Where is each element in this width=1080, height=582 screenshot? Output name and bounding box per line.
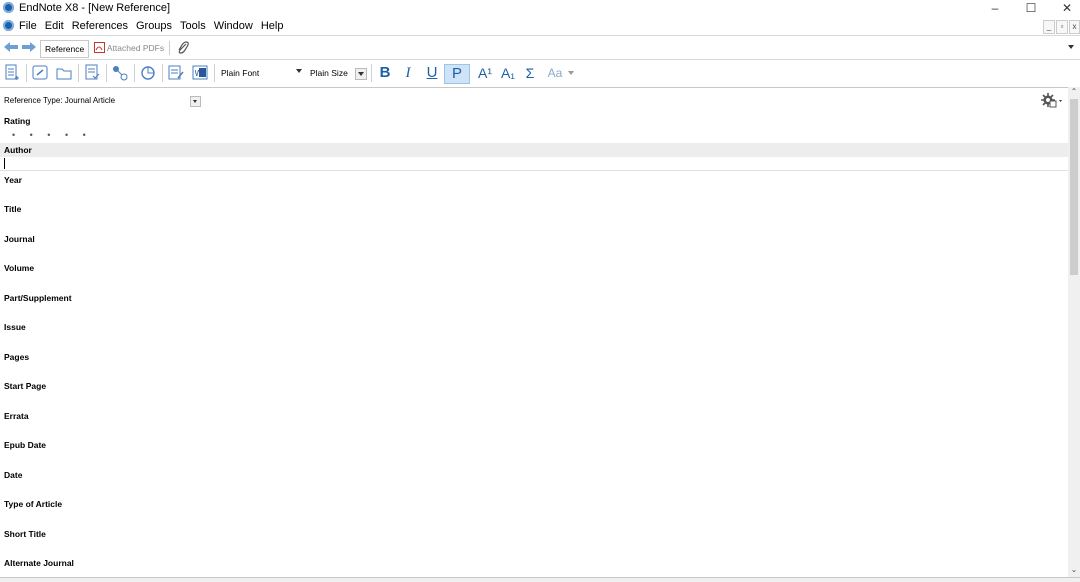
- plain-button[interactable]: P: [444, 64, 470, 84]
- divider: [162, 64, 163, 82]
- font-select[interactable]: Plain Font: [221, 66, 259, 80]
- field-label-alternate-journal[interactable]: Alternate Journal: [4, 558, 74, 568]
- scroll-thumb[interactable]: [1070, 99, 1078, 275]
- size-select[interactable]: Plain Size: [310, 66, 348, 80]
- field-label-pages[interactable]: Pages: [4, 352, 29, 362]
- menu-tools[interactable]: Tools: [180, 18, 206, 34]
- url-link-icon[interactable]: [32, 64, 48, 82]
- reference-list-icon[interactable]: [84, 64, 100, 82]
- field-label-year[interactable]: Year: [4, 175, 22, 185]
- divider: [371, 64, 372, 82]
- divider: [169, 41, 170, 55]
- tab-reference[interactable]: Reference: [40, 40, 90, 58]
- field-label-date[interactable]: Date: [4, 470, 22, 480]
- vertical-scrollbar[interactable]: ⌃ ⌄: [1068, 87, 1080, 577]
- divider: [134, 64, 135, 82]
- endnote-logo-icon: [3, 2, 14, 13]
- superscript-button[interactable]: A¹: [474, 64, 496, 82]
- menu-bar: File Edit References Groups Tools Window…: [0, 18, 1080, 34]
- close-button[interactable]: ✕: [1057, 0, 1077, 16]
- minimize-button[interactable]: –: [985, 0, 1005, 16]
- field-label-part-supplement[interactable]: Part/Supplement: [4, 293, 72, 303]
- font-dropdown-icon[interactable]: [296, 69, 302, 73]
- divider: [0, 35, 1080, 36]
- reference-type-label: Reference Type:: [4, 96, 63, 105]
- case-dropdown-icon[interactable]: [568, 71, 574, 75]
- sync-icon[interactable]: [140, 64, 156, 82]
- tab-bar: Reference Attached PDFs: [0, 37, 1080, 59]
- menu-window[interactable]: Window: [214, 18, 253, 34]
- pdf-icon: [94, 42, 105, 53]
- symbol-button[interactable]: Σ: [521, 64, 539, 82]
- field-label-title[interactable]: Title: [4, 204, 21, 214]
- gear-icon[interactable]: [1040, 92, 1062, 110]
- text-caret: [4, 158, 5, 169]
- scroll-down-icon[interactable]: ⌄: [1068, 565, 1080, 575]
- menu-help[interactable]: Help: [261, 18, 284, 34]
- forward-arrow-icon[interactable]: [22, 42, 36, 52]
- underline-button[interactable]: U: [424, 64, 440, 82]
- share-icon[interactable]: [112, 64, 128, 82]
- reference-type: Reference Type: Journal Article: [4, 96, 115, 105]
- reference-type-dropdown-icon[interactable]: [190, 96, 201, 107]
- subscript-button[interactable]: A₁: [497, 64, 519, 82]
- author-input[interactable]: [0, 157, 1068, 171]
- size-dropdown-icon[interactable]: [358, 72, 364, 76]
- reference-panel: Reference Type: Journal Article Rating •…: [0, 87, 1068, 578]
- rating-label: Rating: [4, 116, 31, 126]
- word-icon[interactable]: W: [192, 64, 208, 82]
- field-label-type-of-article[interactable]: Type of Article: [4, 499, 62, 509]
- edit-reference-icon[interactable]: [168, 64, 184, 82]
- field-label-issue[interactable]: Issue: [4, 322, 26, 332]
- divider: [26, 64, 27, 82]
- change-case-button[interactable]: Aa: [545, 64, 565, 82]
- panel-dropdown-icon[interactable]: [1068, 45, 1074, 49]
- new-reference-icon[interactable]: [4, 64, 20, 82]
- divider: [106, 64, 107, 82]
- field-label-journal[interactable]: Journal: [4, 234, 35, 244]
- status-strip: [0, 577, 1080, 582]
- tab-attached-pdfs-label: Attached PDFs: [106, 43, 165, 53]
- reference-type-value[interactable]: Journal Article: [65, 96, 115, 105]
- field-label-short-title[interactable]: Short Title: [4, 529, 46, 539]
- menu-edit[interactable]: Edit: [45, 18, 64, 34]
- divider: [214, 64, 215, 82]
- field-label-errata[interactable]: Errata: [4, 411, 29, 421]
- italic-button[interactable]: I: [401, 64, 415, 82]
- field-label-start-page[interactable]: Start Page: [4, 381, 46, 391]
- formatting-toolbar: W Plain Font Plain Size B I U P A¹ A₁ Σ …: [0, 61, 1080, 85]
- rating-stars[interactable]: • • • • •: [12, 130, 92, 140]
- field-label-volume[interactable]: Volume: [4, 263, 34, 273]
- back-arrow-icon[interactable]: [4, 42, 18, 52]
- divider: [78, 64, 79, 82]
- author-field-band: [0, 143, 1068, 157]
- mdi-minimize-button[interactable]: _: [1043, 20, 1055, 34]
- tab-attached-pdfs[interactable]: Attached PDFs: [90, 40, 168, 56]
- mdi-close-button[interactable]: x: [1069, 20, 1080, 34]
- window-title: EndNote X8 - [New Reference]: [19, 2, 171, 14]
- title-bar: EndNote X8 - [New Reference] – ☐ ✕: [0, 0, 1080, 16]
- folder-icon[interactable]: [56, 64, 72, 82]
- paperclip-icon[interactable]: [176, 40, 190, 56]
- menu-groups[interactable]: Groups: [136, 18, 172, 34]
- menu-file[interactable]: File: [19, 18, 37, 34]
- field-label-epub-date[interactable]: Epub Date: [4, 440, 46, 450]
- scroll-up-icon[interactable]: ⌃: [1068, 87, 1080, 97]
- divider: [0, 59, 1080, 60]
- maximize-button[interactable]: ☐: [1021, 0, 1041, 16]
- document-logo-icon[interactable]: [3, 20, 14, 31]
- bold-button[interactable]: B: [377, 64, 393, 82]
- svg-text:W: W: [195, 69, 203, 78]
- menu-references[interactable]: References: [72, 18, 128, 34]
- field-label-author: Author: [4, 145, 32, 155]
- mdi-restore-button[interactable]: ▫: [1056, 20, 1068, 34]
